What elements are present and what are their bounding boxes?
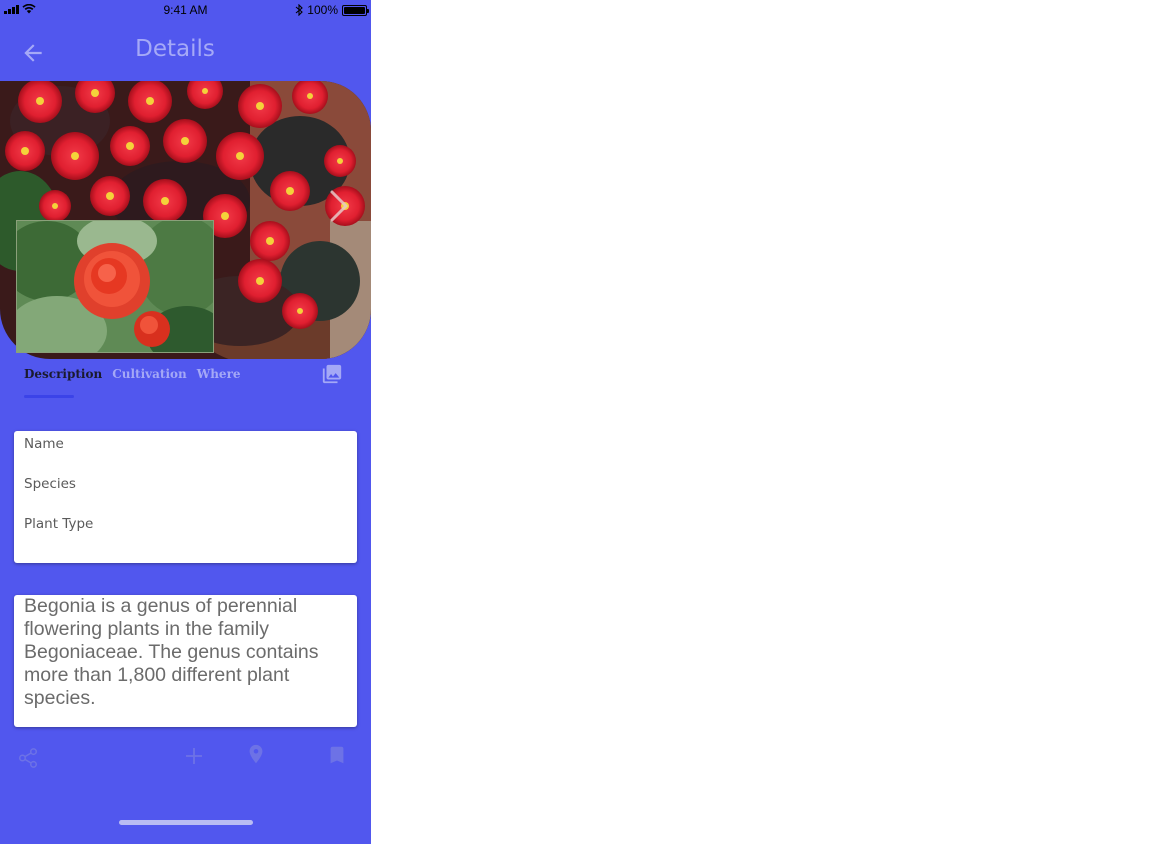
add-button[interactable]: [182, 744, 206, 768]
phone-screen: 9:41 AM 100% Details Description Cultiva…: [0, 0, 371, 844]
share-icon: [19, 748, 37, 768]
species-label: Species: [24, 476, 76, 492]
page-title: Details: [135, 36, 215, 62]
name-label: Name: [24, 436, 64, 452]
battery-icon: [342, 4, 369, 16]
chevron-right-icon: [330, 190, 348, 222]
plant-info-card: Name Species Plant Type: [14, 431, 357, 563]
detail-tabs: Description Cultivation Where: [24, 367, 251, 381]
status-bar: 9:41 AM 100%: [0, 0, 371, 22]
active-tab-indicator: [24, 395, 74, 398]
bookmark-icon: [330, 746, 344, 764]
plant-type-label: Plant Type: [24, 516, 94, 532]
carousel-next-button[interactable]: [324, 188, 352, 224]
home-indicator[interactable]: [119, 820, 253, 825]
description-text: Begonia is a genus of perennial flowerin…: [24, 595, 319, 709]
location-button[interactable]: [244, 743, 268, 767]
tab-cultivation[interactable]: Cultivation: [112, 367, 187, 381]
photo-library-icon: [322, 364, 342, 384]
description-card: Begonia is a genus of perennial flowerin…: [14, 595, 357, 727]
bluetooth-icon: [295, 4, 304, 16]
plant-thumbnail[interactable]: [16, 220, 214, 353]
thumbnail-photo: [17, 221, 213, 352]
plus-icon: [186, 748, 202, 764]
gallery-button[interactable]: [321, 363, 343, 385]
bookmark-button[interactable]: [325, 744, 349, 768]
share-button[interactable]: [16, 747, 40, 771]
tab-description[interactable]: Description: [24, 367, 102, 381]
tab-where[interactable]: Where: [197, 367, 241, 381]
location-pin-icon: [249, 744, 263, 764]
battery-percent: 100%: [307, 3, 338, 17]
status-right: 100%: [295, 3, 369, 17]
